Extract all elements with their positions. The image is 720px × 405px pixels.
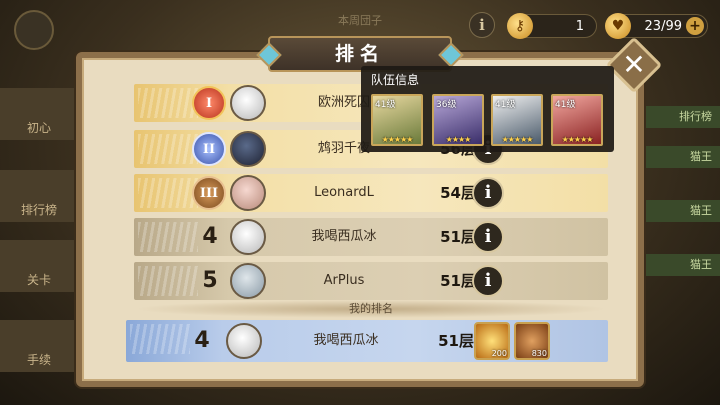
bg-tab-stage: 关卡 <box>0 240 80 292</box>
row-decoration <box>138 88 198 118</box>
key-icon: ⚷ <box>507 13 533 39</box>
floor-count: 51层 <box>440 228 476 246</box>
team-info-button[interactable]: i <box>472 221 504 253</box>
ranking-row-3: III LeonardL 54层 i <box>134 174 608 212</box>
bg-right-item: 猫王 <box>640 146 720 168</box>
hero-portrait[interactable]: 36级 ★★★★ <box>432 94 484 146</box>
hero-portrait[interactable]: 41级 ★★★★★ <box>551 94 603 146</box>
star-icon: ★★★★★ <box>561 135 594 144</box>
add-stamina-button[interactable]: + <box>686 17 704 35</box>
ranking-row-5: 5 ArPlus 51层 i <box>134 262 608 300</box>
key-count: 1 <box>575 18 584 34</box>
bg-right-leaderboard: 排行榜 <box>640 106 720 128</box>
diamond-reward[interactable]: 200 <box>474 322 510 360</box>
row-decoration <box>130 324 190 354</box>
hero-level: 36级 <box>436 100 457 110</box>
ranking-row-4: 4 我喝西瓜冰 51层 i <box>134 218 608 256</box>
rank-number: 4 <box>202 224 218 249</box>
player-name: 我喝西瓜冰 <box>311 229 377 244</box>
team-info-popup: 队伍信息 41级 ★★★★★ 36级 ★★★★ 41级 ★★★★★ 41级 ★★… <box>361 66 614 152</box>
stamina-icon: ♥ <box>605 13 631 39</box>
hero-level: 41级 <box>375 100 396 110</box>
top-info-button[interactable]: i <box>469 12 495 38</box>
bg-right-item: 猫王 <box>640 254 720 276</box>
avatar <box>230 219 266 255</box>
hero-level: 41级 <box>555 100 576 110</box>
hero-portrait[interactable]: 41级 ★★★★★ <box>491 94 543 146</box>
team-popup-title: 队伍信息 <box>371 73 420 87</box>
rank-number: 5 <box>202 268 218 293</box>
stamina-currency: ♥ 23/99 + <box>605 13 708 39</box>
bg-tab-beginner: 初心 <box>0 88 80 140</box>
avatar <box>230 263 266 299</box>
reward-count: 200 <box>491 349 507 358</box>
coin-reward[interactable]: 830 <box>514 322 550 360</box>
avatar <box>230 131 266 167</box>
row-decoration <box>138 266 198 296</box>
bg-tab-leaderboard: 排行榜 <box>0 170 80 222</box>
key-currency: ⚷ 1 <box>507 13 597 39</box>
team-info-button[interactable]: i <box>472 177 504 209</box>
team-info-button[interactable]: i <box>472 265 504 297</box>
stamina-count: 23/99 <box>644 18 682 34</box>
floor-count: 51层 <box>438 332 474 350</box>
player-name: LeonardL <box>314 185 374 200</box>
row-decoration <box>138 134 198 164</box>
reward-count: 830 <box>531 349 547 358</box>
player-name: 我喝西瓜冰 <box>313 333 379 348</box>
my-ranking-row: 4 我喝西瓜冰 51层 200 830 <box>126 320 608 362</box>
row-decoration <box>138 178 198 208</box>
avatar <box>230 175 266 211</box>
close-icon[interactable]: ✕ <box>614 45 654 85</box>
my-rank-label: 我的排名 <box>134 300 608 318</box>
rank-number: 4 <box>194 328 210 353</box>
hero-portrait[interactable]: 41级 ★★★★★ <box>371 94 423 146</box>
avatar <box>230 85 266 121</box>
bg-right-item: 猫王 <box>640 200 720 222</box>
player-name: ArPlus <box>323 273 365 288</box>
star-icon: ★★★★★ <box>381 135 414 144</box>
avatar <box>226 323 262 359</box>
rank-badge-bronze: III <box>192 176 226 210</box>
star-icon: ★★★★ <box>445 135 472 144</box>
rank-badge-gold: I <box>192 86 226 120</box>
hero-level: 41级 <box>495 100 516 110</box>
star-icon: ★★★★★ <box>501 135 534 144</box>
row-decoration <box>138 222 198 252</box>
floor-count: 51层 <box>440 272 476 290</box>
floor-count: 54层 <box>440 184 476 202</box>
rank-badge-silver: II <box>192 132 226 166</box>
bg-tab-procedure: 手续 <box>0 320 80 372</box>
